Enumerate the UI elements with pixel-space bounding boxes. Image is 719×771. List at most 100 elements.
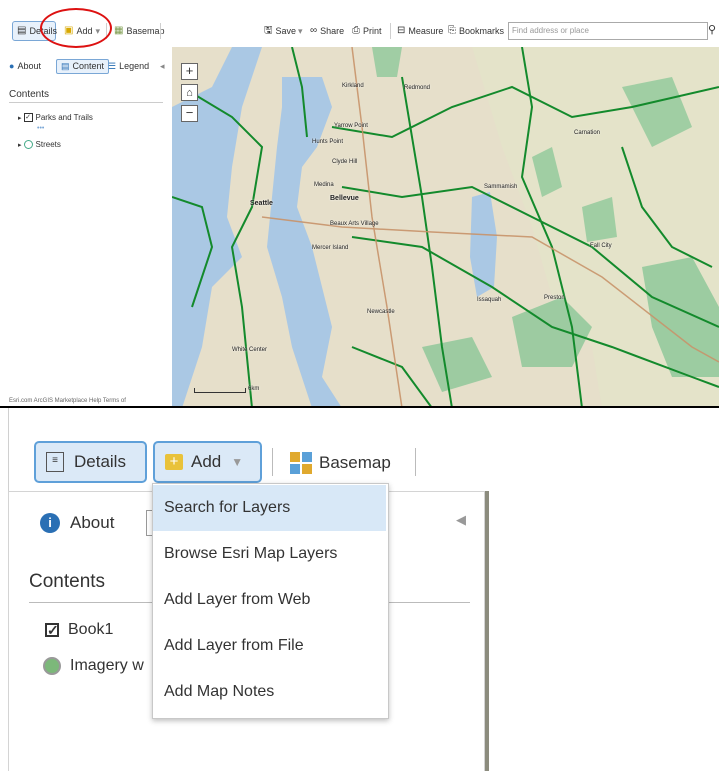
basemap-label: Basemap bbox=[319, 453, 391, 472]
details-button[interactable]: ≡ Details bbox=[34, 441, 147, 483]
layer-label: Book1 bbox=[68, 621, 114, 638]
layer-item[interactable]: ✓ Book1 bbox=[45, 621, 113, 639]
collapse-icon[interactable]: ◀ bbox=[456, 512, 466, 528]
divider bbox=[9, 102, 163, 103]
chevron-down-icon: ▾ bbox=[298, 25, 303, 36]
menu-item-search-layers[interactable]: Search for Layers bbox=[153, 485, 386, 531]
scale-label: 6km bbox=[248, 386, 260, 392]
tab-legend[interactable]: ☰ Legend bbox=[108, 58, 149, 74]
zoom-in-button[interactable]: + bbox=[181, 63, 198, 80]
menu-item-browse-esri-layers[interactable]: Browse Esri Map Layers bbox=[153, 531, 386, 577]
search-input[interactable]: Find address or place bbox=[508, 22, 708, 40]
layer-label: Imagery w bbox=[70, 657, 144, 674]
legend-icon: ☰ bbox=[108, 60, 117, 71]
measure-label: Measure bbox=[408, 26, 444, 36]
details-icon: ▤ bbox=[17, 25, 27, 36]
add-label: Add bbox=[191, 452, 222, 471]
map-label: Carnation bbox=[574, 130, 601, 136]
layer-item[interactable]: ▸ ✓ Parks and Trails bbox=[18, 113, 93, 122]
save-label: Save bbox=[275, 26, 297, 36]
checkbox[interactable]: ✓ bbox=[23, 113, 33, 122]
home-icon: ⌂ bbox=[186, 87, 193, 99]
layer-item[interactable]: Imagery w bbox=[43, 657, 144, 675]
add-button[interactable]: + Add ▼ bbox=[153, 441, 262, 483]
map-label: Seattle bbox=[250, 200, 273, 207]
zoom-out-button[interactable]: − bbox=[181, 105, 198, 122]
info-icon: ● bbox=[9, 61, 15, 71]
tab-about[interactable]: i About bbox=[40, 513, 114, 533]
save-button[interactable]: 🖫 Save ▾ bbox=[260, 21, 307, 41]
map-label: Sammamish bbox=[484, 184, 518, 190]
chevron-down-icon: ▼ bbox=[231, 455, 244, 469]
menu-item-add-layer-file[interactable]: Add Layer from File bbox=[153, 623, 386, 669]
map-label: Fall City bbox=[590, 243, 612, 249]
bookmarks-icon: ⎘ bbox=[448, 25, 456, 36]
save-icon: 🖫 bbox=[264, 25, 273, 36]
contents-title: Contents bbox=[29, 571, 106, 592]
top-screenshot: ▤ Details ▣ Add ▾ ▦ Basemap 🖫 Save ▾ ∞ S… bbox=[0, 0, 719, 408]
map-label: Clyde Hill bbox=[332, 159, 358, 165]
home-button[interactable]: ⌂ bbox=[181, 84, 198, 101]
print-button[interactable]: ⎙ Print bbox=[348, 21, 386, 41]
layer-label: Parks and Trails bbox=[35, 113, 93, 122]
globe-icon bbox=[23, 140, 33, 149]
bookmarks-button[interactable]: ⎘ Bookmarks bbox=[444, 21, 508, 41]
tab-about[interactable]: ● About bbox=[9, 58, 41, 74]
basemap-icon: ▦ bbox=[114, 25, 124, 36]
map-label: Newcastle bbox=[367, 309, 395, 315]
basemap-button[interactable]: Basemap bbox=[290, 451, 391, 475]
info-icon: i bbox=[40, 513, 60, 533]
menu-item-add-layer-web[interactable]: Add Layer from Web bbox=[153, 577, 386, 623]
add-dropdown-menu: Search for Layers Browse Esri Map Layers… bbox=[152, 483, 389, 719]
bottom-screenshot: ≡ Details + Add ▼ Basemap i About ◀ Cont… bbox=[0, 408, 719, 771]
collapse-icon[interactable]: ◂ bbox=[160, 58, 165, 74]
map-label: Hunts Point bbox=[312, 139, 344, 145]
map-label: Kirkland bbox=[342, 83, 364, 89]
measure-button[interactable]: ⊟ Measure bbox=[393, 21, 447, 41]
details-icon: ≡ bbox=[46, 452, 64, 472]
share-button[interactable]: ∞ Share bbox=[306, 21, 348, 41]
map-label: Preston bbox=[544, 295, 565, 301]
layer-label: Streets bbox=[35, 140, 61, 149]
details-label: Details bbox=[74, 452, 126, 471]
map-label: Beaux Arts Village bbox=[330, 221, 379, 227]
map-label: Yarrow Point bbox=[334, 123, 368, 129]
map-label: Bellevue bbox=[330, 195, 359, 202]
tab-content[interactable]: ▤ Content bbox=[56, 58, 110, 74]
toolbar-divider bbox=[390, 23, 391, 39]
tab-legend-label: Legend bbox=[119, 61, 150, 71]
search-icon[interactable]: ⚲ bbox=[708, 22, 719, 40]
footer-links[interactable]: Esri.com ArcGIS Marketplace Help Terms o… bbox=[9, 398, 126, 404]
globe-icon bbox=[43, 657, 61, 675]
scale-bar bbox=[194, 388, 246, 393]
contents-title: Contents bbox=[9, 89, 50, 100]
map-canvas bbox=[172, 47, 719, 408]
tab-about-label: About bbox=[17, 61, 41, 71]
toolbar-divider bbox=[272, 448, 273, 476]
print-icon: ⎙ bbox=[352, 25, 360, 36]
toolbar-divider bbox=[415, 448, 416, 476]
content-icon: ▤ bbox=[61, 60, 70, 71]
annotation-circle bbox=[40, 8, 112, 48]
share-icon: ∞ bbox=[310, 25, 318, 36]
toolbar-divider bbox=[160, 23, 161, 39]
checkbox[interactable]: ✓ bbox=[45, 623, 59, 637]
map-label: Medina bbox=[314, 182, 334, 188]
tab-content-label: Content bbox=[72, 60, 105, 71]
menu-item-add-map-notes[interactable]: Add Map Notes bbox=[153, 669, 386, 715]
measure-icon: ⊟ bbox=[397, 25, 406, 36]
basemap-label: Basemap bbox=[126, 26, 165, 36]
map-label: Redmond bbox=[404, 85, 431, 91]
layer-item[interactable]: ▸ Streets bbox=[18, 140, 61, 149]
share-label: Share bbox=[320, 26, 345, 36]
expand-icon[interactable]: ▸ bbox=[18, 114, 22, 122]
bookmarks-label: Bookmarks bbox=[459, 26, 505, 36]
map-view[interactable]: + ⌂ − Seattle Bellevue Kirkland Redmond … bbox=[172, 47, 719, 408]
map-label: White Center bbox=[232, 347, 268, 353]
print-label: Print bbox=[363, 26, 382, 36]
add-icon: + bbox=[165, 454, 183, 470]
map-edge bbox=[485, 491, 489, 771]
expand-icon[interactable]: ▸ bbox=[18, 141, 22, 149]
basemap-icon bbox=[290, 452, 312, 474]
more-options-icon[interactable]: ••• bbox=[37, 125, 44, 132]
